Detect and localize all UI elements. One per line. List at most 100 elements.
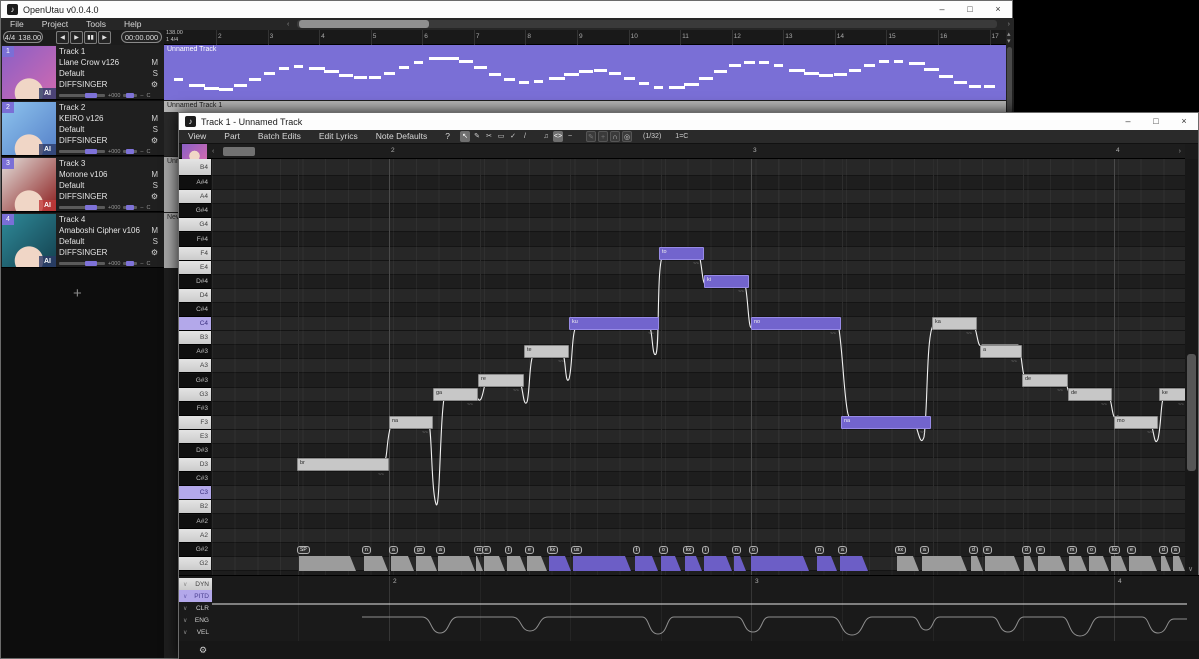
track-avatar[interactable]: 1AI xyxy=(2,46,56,99)
piano-key-B3[interactable]: B3 xyxy=(179,331,211,345)
phonemizer-name[interactable]: Default xyxy=(59,237,84,246)
pitch-anchor-toggle-icon[interactable]: <> xyxy=(553,131,563,142)
mute-button[interactable]: M xyxy=(151,114,158,124)
pr-menu-batch-edits[interactable]: Batch Edits xyxy=(249,131,310,142)
note-ke-G3[interactable]: ke xyxy=(1159,388,1187,401)
pan-slider-thumb[interactable] xyxy=(126,261,134,266)
close-button[interactable]: × xyxy=(984,1,1012,18)
close-button[interactable]: × xyxy=(1170,113,1198,130)
phoneme-label[interactable]: a xyxy=(389,546,398,554)
singer-name[interactable]: Monone v106 xyxy=(59,170,107,179)
piano-roll-vscrollbar[interactable]: ∨ xyxy=(1185,159,1198,575)
phoneme-label[interactable]: a xyxy=(1171,546,1180,554)
piano-key-As4[interactable]: A#4 xyxy=(179,176,211,190)
phoneme-label[interactable]: SP xyxy=(297,546,310,554)
pr-menu-edit-lyrics[interactable]: Edit Lyrics xyxy=(310,131,367,142)
pitch-wave-toggle-icon[interactable]: ~ xyxy=(565,131,575,142)
time-signature-bpm[interactable]: 4/4 138.00 xyxy=(3,31,43,43)
timeline-ruler[interactable]: 138.00 1 4/4 234567891011121314151617 xyxy=(164,30,1006,45)
phoneme-label[interactable]: kx xyxy=(1109,546,1120,554)
renderer-name[interactable]: DIFFSINGER xyxy=(59,192,107,201)
solo-button[interactable]: S xyxy=(153,181,158,191)
scroll-down-icon[interactable]: ▾ xyxy=(1007,38,1011,45)
phoneme-label[interactable]: n xyxy=(362,546,371,554)
phoneme-label[interactable]: o xyxy=(749,546,758,554)
renderer-name[interactable]: DIFFSINGER xyxy=(59,136,107,145)
pan-slider-thumb[interactable] xyxy=(126,205,134,210)
piano-key-Cs4[interactable]: C#4 xyxy=(179,303,211,317)
piano-key-B4[interactable]: B4 xyxy=(179,159,211,176)
note-te-As3[interactable]: te xyxy=(524,345,569,358)
track-card-2[interactable]: 2AITrack 2KEIRO v126MDefaultSDIFFSINGER⚙… xyxy=(1,101,164,156)
pitch-pen-tool-icon[interactable]: ✎ xyxy=(586,131,596,142)
vscroll-thumb[interactable] xyxy=(1187,354,1196,471)
note-a-As3[interactable]: a xyxy=(980,345,1022,358)
piano-key-Gs4[interactable]: G#4 xyxy=(179,204,211,218)
part-track3[interactable]: Unna xyxy=(164,157,179,212)
scroll-up-icon[interactable]: ▴ xyxy=(1007,31,1011,38)
play-button[interactable]: ▶ xyxy=(70,31,83,44)
expression-settings-gear-icon[interactable]: ⚙ xyxy=(199,645,207,656)
phoneme-a[interactable] xyxy=(438,556,475,571)
show-notes-toggle-icon[interactable]: ♫ xyxy=(541,131,551,142)
phoneme-label[interactable]: e xyxy=(525,546,534,554)
piano-key-Ds4[interactable]: D#4 xyxy=(179,275,211,289)
phoneme-label[interactable]: gx xyxy=(414,546,425,554)
piano-key-D3[interactable]: D3 xyxy=(179,458,211,472)
next-part-icon[interactable]: › xyxy=(1179,148,1181,155)
singer-name[interactable]: KEIRO v126 xyxy=(59,114,103,123)
scroll-left-icon[interactable]: ‹ xyxy=(287,21,289,28)
piano-key-Cs3[interactable]: C#3 xyxy=(179,472,211,486)
pan-slider[interactable] xyxy=(123,206,137,209)
pen-tool-icon[interactable]: ✎ xyxy=(472,131,482,142)
arrangement-hscrollbar[interactable]: ‹ › xyxy=(283,18,1014,30)
seek-end-button[interactable]: ▶ xyxy=(98,31,111,44)
piano-key-As3[interactable]: A#3 xyxy=(179,345,211,359)
volume-slider[interactable] xyxy=(59,262,105,265)
track-settings-gear-icon[interactable]: ⚙ xyxy=(151,248,158,258)
track-settings-gear-icon[interactable]: ⚙ xyxy=(151,136,158,146)
pan-slider[interactable] xyxy=(123,94,137,97)
vscroll-thumb[interactable] xyxy=(1007,47,1012,113)
main-menu-tools[interactable]: Tools xyxy=(77,19,115,30)
piano-key-F3[interactable]: F3 xyxy=(179,416,211,430)
piano-key-G4[interactable]: G4 xyxy=(179,218,211,232)
singer-name[interactable]: Llane Crow v126 xyxy=(59,58,119,67)
expression-clr[interactable]: ∨CLR xyxy=(179,602,212,614)
mute-button[interactable]: M xyxy=(151,226,158,236)
chevron-down-icon[interactable]: ∨ xyxy=(183,629,187,636)
hscroll-thumb[interactable] xyxy=(299,20,429,28)
phoneme-label[interactable]: n xyxy=(815,546,824,554)
track-settings-gear-icon[interactable]: ⚙ xyxy=(151,80,158,90)
part-track4[interactable]: New xyxy=(164,213,179,268)
volume-slider-thumb[interactable] xyxy=(85,149,97,154)
phoneme-label[interactable]: a xyxy=(920,546,929,554)
phonemizer-name[interactable]: Default xyxy=(59,181,84,190)
brush-tool-icon[interactable]: ✓ xyxy=(508,131,518,142)
pitch-arc-tool-icon[interactable]: ∩ xyxy=(610,131,620,142)
expression-vel[interactable]: ∨VEL xyxy=(179,626,212,638)
phoneme-label[interactable]: d xyxy=(969,546,978,554)
phonemizer-name[interactable]: Default xyxy=(59,125,84,134)
chevron-down-icon[interactable]: ∨ xyxy=(183,617,187,624)
phoneme-label[interactable]: kx xyxy=(895,546,906,554)
phoneme-SP[interactable] xyxy=(299,556,356,571)
volume-slider-thumb[interactable] xyxy=(85,93,97,98)
piano-key-A4[interactable]: A4 xyxy=(179,190,211,204)
main-titlebar[interactable]: ♪ OpenUtau v0.0.4.0 – □ × xyxy=(1,1,1012,18)
main-menu-file[interactable]: File xyxy=(1,19,33,30)
volume-slider-thumb[interactable] xyxy=(85,261,97,266)
piano-key-B2[interactable]: B2 xyxy=(179,500,211,514)
phoneme-label[interactable]: ux xyxy=(571,546,582,554)
phoneme-a[interactable] xyxy=(922,556,967,571)
chevron-down-icon[interactable]: ∨ xyxy=(183,605,187,612)
phoneme-label[interactable]: o xyxy=(1087,546,1096,554)
phoneme-label[interactable]: m xyxy=(1067,546,1077,554)
piano-key-D4[interactable]: D4 xyxy=(179,289,211,303)
phonemizer-name[interactable]: Default xyxy=(59,69,84,78)
track-avatar[interactable]: 2AI xyxy=(2,102,56,155)
expression-pitd[interactable]: ∨PITD xyxy=(179,590,212,602)
chevron-down-icon[interactable]: ∨ xyxy=(183,593,187,600)
pan-slider[interactable] xyxy=(123,262,137,265)
volume-slider[interactable] xyxy=(59,94,105,97)
